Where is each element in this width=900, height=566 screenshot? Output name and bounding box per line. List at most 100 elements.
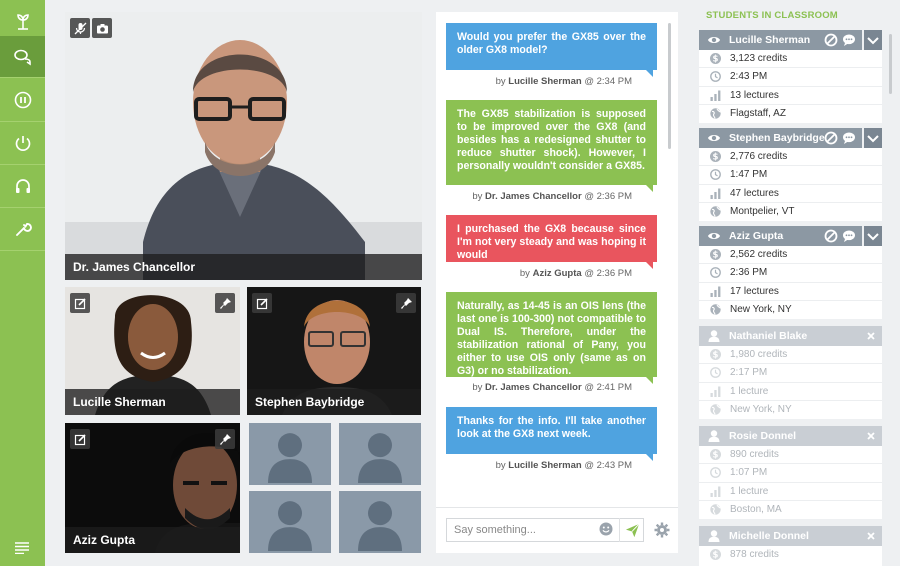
student-card-header[interactable]: Aziz Gupta (699, 226, 882, 246)
message-time: 2:41 PM (596, 382, 632, 393)
power-icon (15, 136, 30, 151)
block-icon[interactable] (824, 33, 838, 47)
svg-text:$: $ (713, 153, 719, 162)
user-placeholder-icon (268, 433, 312, 484)
video-tile-stephen[interactable]: Stephen Baybridge (247, 287, 421, 415)
user-placeholder-icon (358, 501, 402, 552)
student-lectures: 13 lectures (699, 85, 882, 104)
edit-button[interactable] (252, 293, 272, 313)
nav-settings[interactable] (0, 208, 45, 251)
edit-button[interactable] (70, 429, 90, 449)
globe-icon (710, 304, 721, 315)
pin-button[interactable] (215, 293, 235, 313)
block-icon[interactable] (824, 229, 838, 243)
expand-button[interactable] (862, 30, 882, 50)
svg-text:$: $ (713, 251, 719, 260)
eye-icon (708, 135, 720, 141)
chat-scrollbar[interactable] (668, 23, 671, 149)
edit-icon (256, 297, 268, 309)
message-text: The GX85 stabilization is supposed to be… (457, 108, 646, 172)
empty-video-slot (249, 491, 331, 553)
edit-button[interactable] (70, 293, 90, 313)
main-video[interactable]: Dr. James Chancellor (65, 12, 422, 280)
emoji-button[interactable] (599, 522, 613, 536)
pin-button[interactable] (215, 429, 235, 449)
message-meta: by Dr. James Chancellor @ 2:36 PM (472, 191, 632, 202)
close-icon[interactable] (864, 429, 878, 443)
student-card: Michelle Donnel $878 credits (699, 526, 882, 566)
camera-button[interactable] (92, 18, 112, 38)
dollar-icon: $ (710, 249, 721, 260)
clock-icon (710, 169, 721, 181)
message-author: Lucille Sherman (508, 76, 582, 87)
chat-input[interactable] (446, 518, 644, 542)
student-card: Nathaniel Blake $1,980 credits 2:17 PM 1… (699, 326, 882, 419)
nav-power[interactable] (0, 122, 45, 165)
student-credits: $1,980 credits (699, 346, 882, 363)
nav-chat[interactable] (0, 36, 45, 78)
dollar-icon: $ (710, 349, 721, 360)
student-lectures: 47 lectures (699, 183, 882, 202)
students-title: STUDENTS IN CLASSROOM (706, 10, 838, 21)
student-card-header[interactable]: Rosie Donnel (699, 426, 882, 446)
eye-icon (708, 37, 720, 43)
chevron-down-icon (867, 233, 879, 241)
smiley-icon (599, 522, 613, 536)
close-icon[interactable] (864, 529, 878, 543)
message-author: Lucille Sherman (508, 460, 582, 471)
sidebar-nav (0, 0, 45, 566)
student-card-header[interactable]: Stephen Baybridge (699, 128, 882, 148)
chat-divider (436, 507, 678, 508)
svg-text:$: $ (713, 551, 719, 560)
chat-message: Thanks for the info. I'll take another l… (446, 407, 657, 461)
chevron-down-icon (867, 135, 879, 143)
message-meta: by Lucille Sherman @ 2:43 PM (495, 460, 632, 471)
tile-name: Aziz Gupta (65, 527, 240, 553)
send-button[interactable] (619, 518, 644, 542)
message-icon[interactable] (842, 229, 856, 243)
students-scrollbar[interactable] (889, 34, 892, 94)
pin-icon (219, 297, 231, 309)
wrench-icon (15, 223, 32, 236)
bar-chart-icon (710, 188, 721, 199)
student-time: 2:43 PM (699, 67, 882, 85)
globe-icon (710, 404, 721, 415)
close-icon[interactable] (864, 329, 878, 343)
nav-pause[interactable] (0, 79, 45, 122)
bar-chart-icon (710, 286, 721, 297)
video-tile-aziz[interactable]: Aziz Gupta (65, 423, 240, 553)
message-icon[interactable] (842, 131, 856, 145)
pin-button[interactable] (396, 293, 416, 313)
chat-message: I purchased the GX8 because since I'm no… (446, 215, 657, 269)
chat-settings-button[interactable] (654, 522, 670, 538)
bar-chart-icon (710, 486, 721, 497)
student-credits: $2,776 credits (699, 148, 882, 165)
student-card-header[interactable]: Nathaniel Blake (699, 326, 882, 346)
empty-video-slot (339, 491, 421, 553)
student-card: Stephen Baybridge $2,776 credits 1:47 PM… (699, 128, 882, 221)
message-time: 2:36 PM (596, 268, 632, 279)
nav-headphones[interactable] (0, 165, 45, 208)
student-card-header[interactable]: Michelle Donnel (699, 526, 882, 546)
video-tile-lucille[interactable]: Lucille Sherman (65, 287, 240, 415)
student-card-header[interactable]: Lucille Sherman (699, 30, 882, 50)
message-icon[interactable] (842, 33, 856, 47)
student-name: Stephen Baybridge (729, 132, 825, 144)
pin-icon (219, 433, 231, 445)
empty-video-slot (249, 423, 331, 485)
mute-mic-button[interactable] (70, 18, 90, 38)
message-time: 2:36 PM (596, 191, 632, 202)
expand-button[interactable] (862, 226, 882, 246)
student-card: Rosie Donnel $890 credits 1:07 PM 1 lect… (699, 426, 882, 519)
message-text: I purchased the GX8 because since I'm no… (457, 223, 646, 261)
student-time: 1:07 PM (699, 463, 882, 481)
student-location: Montpelier, VT (699, 202, 882, 220)
gear-icon (654, 522, 670, 538)
edit-icon (74, 297, 86, 309)
menu-icon[interactable] (14, 541, 30, 555)
block-icon[interactable] (824, 131, 838, 145)
student-location: Flagstaff, AZ (699, 104, 882, 122)
student-credits: $3,123 credits (699, 50, 882, 67)
pin-icon (400, 297, 412, 309)
expand-button[interactable] (862, 128, 882, 148)
